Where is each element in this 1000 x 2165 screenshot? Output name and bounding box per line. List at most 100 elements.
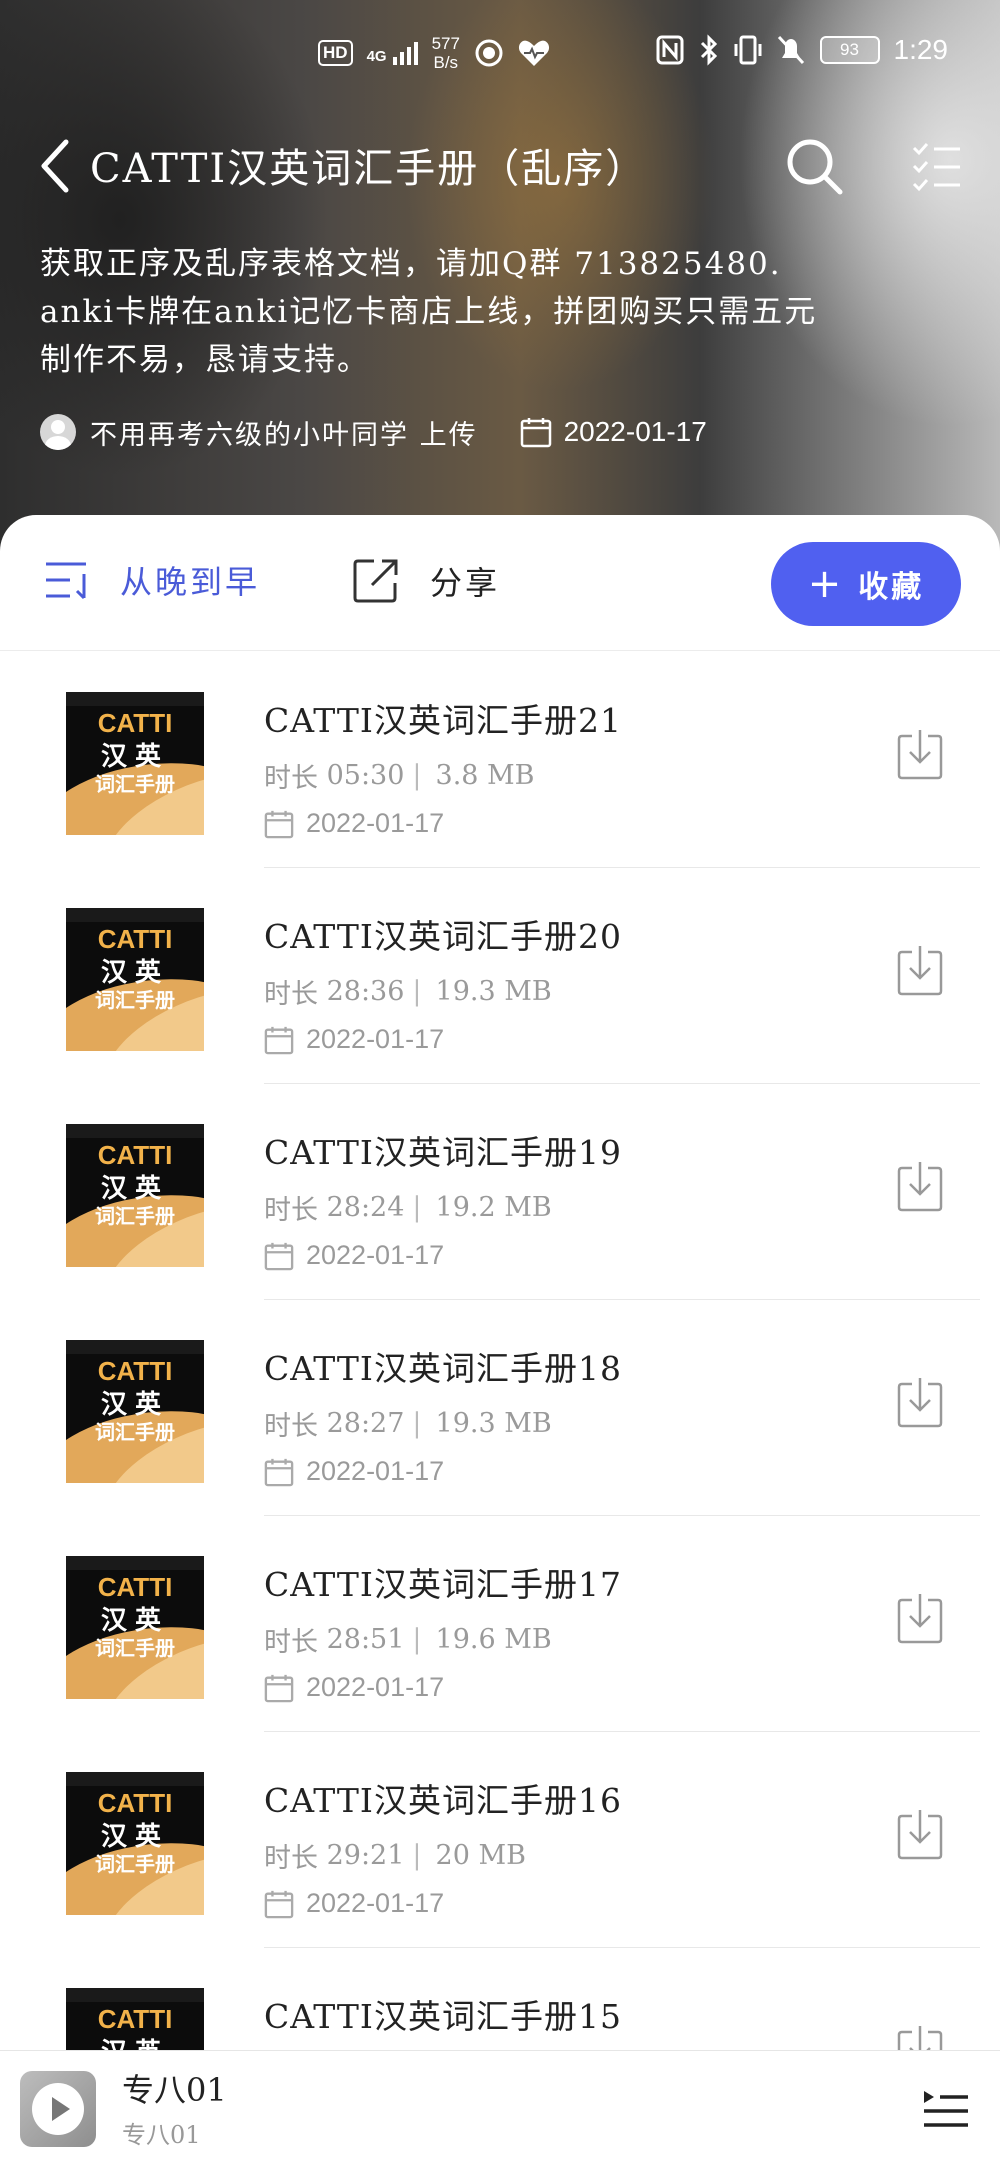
track-date-text: 2022-01-17: [306, 1672, 445, 1702]
cover-text: CATTI: [97, 1788, 173, 1818]
track-info: 时长 05:30 | 3.8 MB: [264, 756, 535, 795]
sort-icon: [46, 562, 86, 600]
duration-label: 时长: [264, 979, 318, 1010]
collect-label: 收藏: [858, 570, 925, 605]
player-cover[interactable]: [20, 2071, 96, 2147]
track-size: 19.3 MB: [435, 1408, 552, 1439]
track-title: CATTI汉英词汇手册16: [264, 1781, 622, 1820]
track-cover: CATTI汉英词汇手册: [66, 1124, 204, 1267]
track-duration: 28:24: [326, 1192, 405, 1223]
mini-player[interactable]: 专八01 专八01: [0, 2050, 1000, 2165]
download-icon[interactable]: [896, 1160, 944, 1212]
cover-text: 词汇手册: [95, 1420, 175, 1444]
share-icon: [353, 559, 398, 603]
track-title: CATTI汉英词汇手册15: [264, 1997, 622, 2036]
share-button[interactable]: 分享: [352, 557, 500, 605]
hd-badge: HD: [318, 40, 353, 66]
download-icon[interactable]: [896, 1592, 944, 1644]
sort-label: 从晚到早: [120, 563, 261, 601]
calendar-icon: [264, 1242, 294, 1270]
track-title: CATTI汉英词汇手册17: [264, 1565, 622, 1604]
title-bar: CATTI汉英词汇手册（乱序）: [0, 130, 1000, 202]
track-date-text: 2022-01-17: [306, 1024, 445, 1054]
track-item[interactable]: CATTI 汉英 词汇手册 CATTI汉英词汇手册17 时长 28:51 | 19.6 MB…: [0, 1516, 1000, 1732]
separator: |: [412, 976, 422, 1007]
mute-icon: [777, 35, 804, 65]
duration-label: 时长: [264, 1195, 318, 1226]
signal-label: 4G: [366, 47, 387, 65]
download-icon[interactable]: [896, 944, 944, 996]
cover-text: CATTI: [97, 1140, 173, 1170]
track-item[interactable]: CATTI 汉英 词汇手册 CATTI汉英词汇手册21 时长 05:30 | 3.8 MB 2…: [0, 652, 1000, 868]
track-date: 2022-01-17: [264, 1672, 444, 1703]
track-size: 19.2 MB: [435, 1192, 552, 1223]
track-cover: CATTI汉英词汇手册: [66, 1340, 204, 1483]
track-item[interactable]: CATTI 汉英 词汇手册 CATTI汉英词汇手册20 时长 28:36 | 19.3 MB…: [0, 868, 1000, 1084]
signal-icon: 4G: [366, 41, 418, 65]
track-info: 时长 29:21 | 20 MB: [264, 1836, 526, 1875]
track-cover: CATTI汉英词汇手册: [66, 1772, 204, 1915]
album-meta: 不用再考六级的小叶同学 上传 2022-01-17: [40, 410, 707, 454]
list-toolbar: 从晚到早 分享 + 收藏: [0, 515, 1000, 651]
track-title: CATTI汉英词汇手册18: [264, 1349, 622, 1388]
status-right: 93 1:29: [656, 34, 949, 66]
separator: |: [412, 760, 422, 791]
download-icon[interactable]: [896, 1376, 944, 1428]
clock: 1:29: [893, 34, 949, 65]
play-icon[interactable]: [30, 2081, 86, 2137]
track-list: CATTI 汉英 词汇手册 CATTI汉英词汇手册21 时长 05:30 | 3.8 MB 2…: [0, 652, 1000, 2164]
track-duration: 29:21: [326, 1840, 405, 1871]
nfc-icon: [656, 35, 683, 65]
track-duration: 28:51: [326, 1624, 405, 1655]
download-icon[interactable]: [896, 728, 944, 780]
uploader-avatar[interactable]: [40, 414, 76, 450]
track-cover: CATTI汉英词汇手册: [66, 1556, 204, 1699]
ring-icon: [475, 39, 503, 67]
health-icon: [518, 40, 549, 66]
search-icon[interactable]: [784, 136, 844, 196]
back-arrow-icon[interactable]: [36, 138, 76, 194]
track-size: 19.6 MB: [435, 1624, 552, 1655]
uploader-name[interactable]: 不用再考六级的小叶同学 上传: [90, 413, 478, 452]
track-cover: CATTI汉英词汇手册: [66, 692, 204, 835]
separator: |: [412, 1840, 422, 1871]
description-line: 制作不易，恳请支持。: [40, 342, 370, 378]
page-title: CATTI汉英词汇手册（乱序）: [90, 146, 648, 192]
track-date-text: 2022-01-17: [306, 808, 445, 838]
cover-text: CATTI: [97, 1356, 173, 1386]
battery-indicator: 93: [819, 36, 880, 64]
plus-icon: +: [807, 561, 845, 607]
duration-label: 时长: [264, 1843, 318, 1874]
calendar-icon: [520, 418, 551, 448]
sort-button[interactable]: 从晚到早: [44, 557, 260, 603]
track-date: 2022-01-17: [264, 1240, 444, 1271]
cover-text: 词汇手册: [95, 772, 175, 796]
cover-text: 词汇手册: [95, 1636, 175, 1660]
track-item[interactable]: CATTI 汉英 词汇手册 CATTI汉英词汇手册16 时长 29:21 | 20 MB 20…: [0, 1732, 1000, 1948]
track-info: 时长 28:51 | 19.6 MB: [264, 1620, 552, 1659]
track-item[interactable]: CATTI 汉英 词汇手册 CATTI汉英词汇手册19 时长 28:24 | 19.2 MB…: [0, 1084, 1000, 1300]
checklist-icon[interactable]: [910, 140, 962, 192]
track-date: 2022-01-17: [264, 808, 444, 839]
separator: |: [412, 1408, 422, 1439]
album-description: 获取正序及乱序表格文档，请加Q群 713825480. anki卡牌在anki记…: [40, 240, 940, 384]
share-label: 分享: [430, 564, 501, 602]
collect-button[interactable]: + 收藏: [771, 542, 961, 626]
cover-text: 词汇手册: [95, 988, 175, 1012]
vibrate-icon: [734, 35, 761, 65]
download-icon[interactable]: [896, 1808, 944, 1860]
cover-text: CATTI: [97, 1572, 173, 1602]
track-title: CATTI汉英词汇手册20: [264, 917, 622, 956]
separator: |: [412, 1192, 422, 1223]
player-title: 专八01: [122, 2071, 227, 2109]
queue-icon[interactable]: [922, 2087, 970, 2133]
track-date-text: 2022-01-17: [306, 1888, 445, 1918]
bluetooth-icon: [700, 34, 717, 66]
cover-text: CATTI: [97, 2004, 173, 2034]
track-date: 2022-01-17: [264, 1024, 444, 1055]
calendar-icon: [264, 1674, 294, 1702]
status-bar: HD 4G 577 B/s 93 1:29: [0, 0, 1000, 110]
track-item[interactable]: CATTI 汉英 词汇手册 CATTI汉英词汇手册18 时长 28:27 | 19.3 MB…: [0, 1300, 1000, 1516]
upload-date: 2022-01-17: [563, 416, 707, 447]
track-duration: 28:36: [326, 976, 405, 1007]
